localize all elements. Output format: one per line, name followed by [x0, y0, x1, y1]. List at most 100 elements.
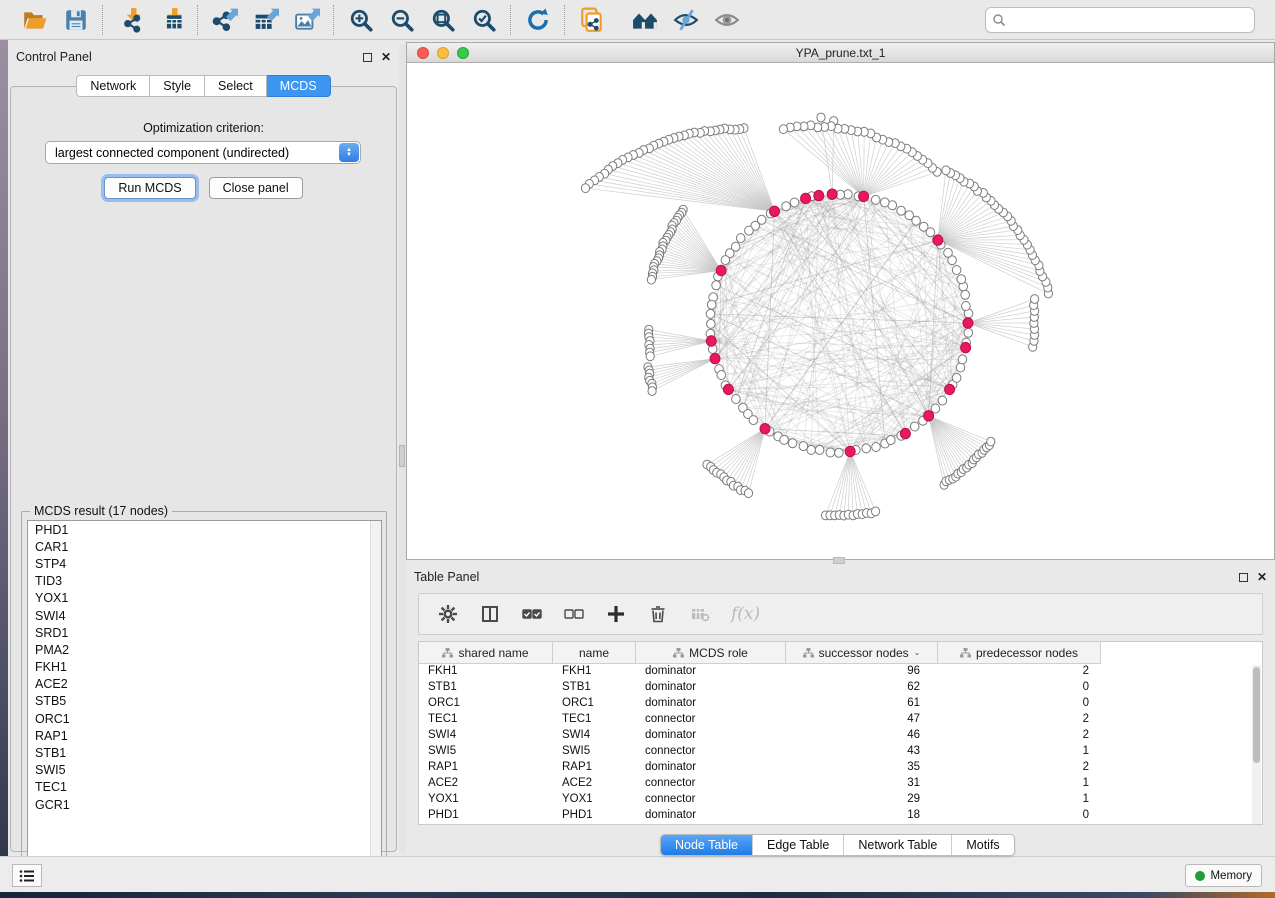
save-session-icon[interactable] [62, 6, 89, 33]
mcds-hub-node[interactable] [760, 424, 770, 434]
leaf-node[interactable] [647, 275, 655, 284]
network-node[interactable] [961, 290, 970, 299]
share-document-icon[interactable] [578, 6, 605, 33]
network-node[interactable] [919, 222, 928, 231]
table-row[interactable]: SWI4SWI4dominator462 [419, 728, 1262, 744]
mcds-hub-node[interactable] [770, 206, 780, 216]
mcds-hub-node[interactable] [801, 193, 811, 203]
panel-divider-vertical[interactable] [399, 45, 406, 852]
window-minimize-icon[interactable] [437, 47, 449, 59]
hide-selected-icon[interactable] [672, 6, 699, 33]
tab-network-table[interactable]: Network Table [843, 835, 951, 855]
table-scrollbar-thumb[interactable] [1253, 667, 1260, 763]
tab-select[interactable]: Select [205, 75, 267, 97]
network-node[interactable] [957, 275, 966, 284]
tab-style[interactable]: Style [150, 75, 205, 97]
mcds-result-item[interactable]: PMA2 [28, 641, 381, 658]
network-node[interactable] [956, 363, 965, 372]
table-row[interactable]: FKH1FKH1dominator962 [419, 664, 1262, 680]
search-input[interactable] [1006, 13, 1248, 27]
delete-table-icon[interactable] [689, 603, 711, 625]
zoom-out-icon[interactable] [388, 6, 415, 33]
leaf-node[interactable] [1031, 295, 1039, 304]
show-all-icon[interactable] [713, 6, 740, 33]
float-panel-icon[interactable] [1239, 573, 1248, 582]
mcds-result-item[interactable]: ACE2 [28, 676, 381, 693]
mcds-hub-node[interactable] [706, 336, 716, 346]
network-node[interactable] [807, 445, 816, 454]
network-node[interactable] [780, 435, 789, 444]
leaf-node[interactable] [872, 507, 880, 516]
network-node[interactable] [707, 319, 716, 328]
table-scrollbar[interactable] [1252, 665, 1261, 824]
mcds-hub-node[interactable] [723, 384, 733, 394]
leaf-node[interactable] [942, 166, 950, 175]
mcds-hub-node[interactable] [961, 342, 971, 352]
mcds-result-item[interactable]: RAP1 [28, 727, 381, 744]
column-header-predecessor-nodes[interactable]: predecessor nodes [938, 642, 1101, 664]
table-row[interactable]: STB1STB1dominator620 [419, 680, 1262, 696]
mcds-result-list[interactable]: PHD1CAR1STP4TID3YOX1SWI4SRD1PMA2FKH1ACE2… [27, 520, 382, 872]
tab-mcds[interactable]: MCDS [267, 75, 331, 97]
network-node[interactable] [887, 436, 896, 445]
zoom-fit-icon[interactable] [429, 6, 456, 33]
import-network-icon[interactable] [116, 6, 143, 33]
network-node[interactable] [958, 355, 967, 364]
network-node[interactable] [707, 300, 716, 309]
network-node[interactable] [788, 439, 797, 448]
mcds-result-item[interactable]: TID3 [28, 573, 381, 590]
mcds-result-item[interactable]: FKH1 [28, 659, 381, 676]
mcds-hub-node[interactable] [963, 318, 973, 328]
window-close-icon[interactable] [417, 47, 429, 59]
tab-motifs[interactable]: Motifs [951, 835, 1013, 855]
deselect-all-icon[interactable] [563, 603, 585, 625]
divider-grip-horizontal[interactable] [833, 557, 845, 564]
mcds-hub-node[interactable] [716, 265, 726, 275]
table-row[interactable]: TEC1TEC1connector472 [419, 712, 1262, 728]
float-panel-icon[interactable] [363, 53, 372, 62]
mcds-result-item[interactable]: TEC1 [28, 779, 381, 796]
network-node[interactable] [745, 226, 754, 235]
network-node[interactable] [736, 234, 745, 243]
network-window-titlebar[interactable]: YPA_prune.txt_1 [407, 43, 1274, 63]
add-column-icon[interactable] [605, 603, 627, 625]
optimization-criterion-select[interactable]: largest connected component (undirected)… [45, 141, 361, 164]
network-node[interactable] [835, 448, 844, 457]
network-node[interactable] [938, 396, 947, 405]
network-node[interactable] [790, 198, 799, 207]
mcds-hub-node[interactable] [814, 190, 824, 200]
network-node[interactable] [931, 404, 940, 413]
network-node[interactable] [962, 302, 971, 311]
table-row[interactable]: ORC1ORC1dominator610 [419, 696, 1262, 712]
column-header-name[interactable]: name [553, 642, 636, 664]
first-neighbors-icon[interactable] [631, 6, 658, 33]
network-node[interactable] [862, 444, 871, 453]
mcds-hub-node[interactable] [827, 189, 837, 199]
network-node[interactable] [749, 416, 758, 425]
network-node[interactable] [897, 206, 906, 215]
refresh-view-icon[interactable] [524, 6, 551, 33]
mcds-result-item[interactable]: SWI5 [28, 762, 381, 779]
mcds-hub-node[interactable] [924, 411, 934, 421]
mcds-hub-node[interactable] [933, 235, 943, 245]
mcds-result-item[interactable]: SWI4 [28, 607, 381, 624]
leaf-node[interactable] [646, 352, 654, 361]
network-node[interactable] [881, 198, 890, 207]
column-header-shared-name[interactable]: shared name [419, 642, 553, 664]
tab-edge-table[interactable]: Edge Table [752, 835, 843, 855]
mcds-result-item[interactable]: SRD1 [28, 624, 381, 641]
leaf-node[interactable] [987, 437, 995, 446]
table-row[interactable]: PHD1PHD1dominator180 [419, 808, 1262, 824]
mcds-hub-node[interactable] [945, 384, 955, 394]
export-image-icon[interactable] [293, 6, 320, 33]
mcds-result-item[interactable]: PHD1 [28, 521, 381, 538]
network-node[interactable] [782, 202, 791, 211]
leaf-node[interactable] [648, 387, 656, 396]
network-node[interactable] [910, 422, 919, 431]
mcds-list-scrollbar[interactable] [370, 521, 381, 871]
divider-grip[interactable] [399, 445, 405, 467]
table-row[interactable]: ACE2ACE2connector311 [419, 776, 1262, 792]
network-node[interactable] [712, 281, 721, 290]
leaf-node[interactable] [779, 125, 787, 134]
close-panel-button[interactable]: Close panel [209, 177, 303, 199]
